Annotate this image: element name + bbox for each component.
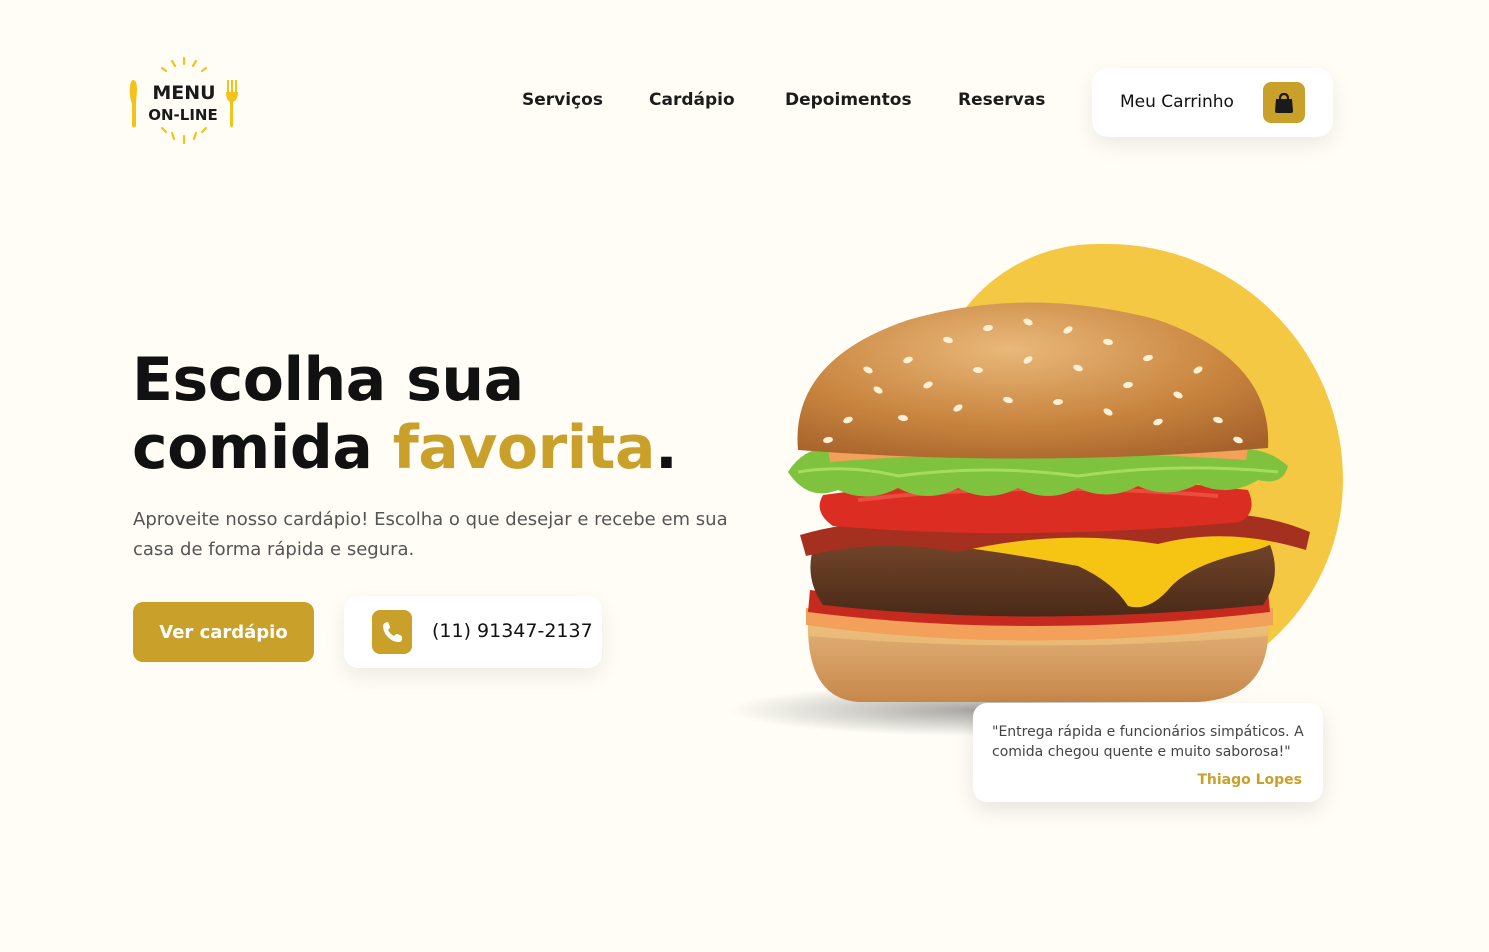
hero-title-suffix: .	[654, 413, 678, 483]
nav-item-cardapio[interactable]: Cardápio	[649, 90, 735, 110]
shopping-bag-icon	[1263, 82, 1305, 123]
hero-title: Escolha sua comida favorita.	[132, 345, 678, 483]
hero-title-highlight: favorita	[392, 413, 656, 483]
phone-number: (11) 91347-2137	[432, 620, 593, 642]
cart-label: Meu Carrinho	[1120, 92, 1234, 112]
testimonial-quote: "Entrega rápida e funcionários simpático…	[992, 724, 1304, 760]
knife-icon	[129, 80, 137, 128]
nav-item-depoimentos[interactable]: Depoimentos	[785, 90, 912, 110]
burger-image	[728, 302, 1310, 736]
testimonial-card: "Entrega rápida e funcionários simpático…	[973, 703, 1323, 802]
logo-text-line1: MENU	[152, 82, 215, 104]
testimonial-author: Thiago Lopes	[1197, 772, 1302, 788]
phone-contact[interactable]: (11) 91347-2137	[344, 596, 602, 668]
nav-item-servicos[interactable]: Serviços	[522, 90, 603, 110]
hero-title-prefix: comida	[132, 413, 393, 483]
nav-item-reservas[interactable]: Reservas	[958, 90, 1045, 110]
logo[interactable]: MENU ON-LINE	[126, 56, 240, 146]
fork-icon	[226, 80, 238, 128]
phone-icon	[372, 610, 412, 654]
hero-title-line1: Escolha sua	[132, 345, 524, 415]
hero-title-line2: comida favorita.	[132, 413, 678, 483]
view-menu-button[interactable]: Ver cardápio	[133, 602, 314, 662]
cart-button[interactable]: Meu Carrinho	[1092, 68, 1333, 137]
hero-subtitle: Aproveite nosso cardápio! Escolha o que …	[133, 509, 728, 560]
logo-text-line2: ON-LINE	[148, 106, 217, 124]
